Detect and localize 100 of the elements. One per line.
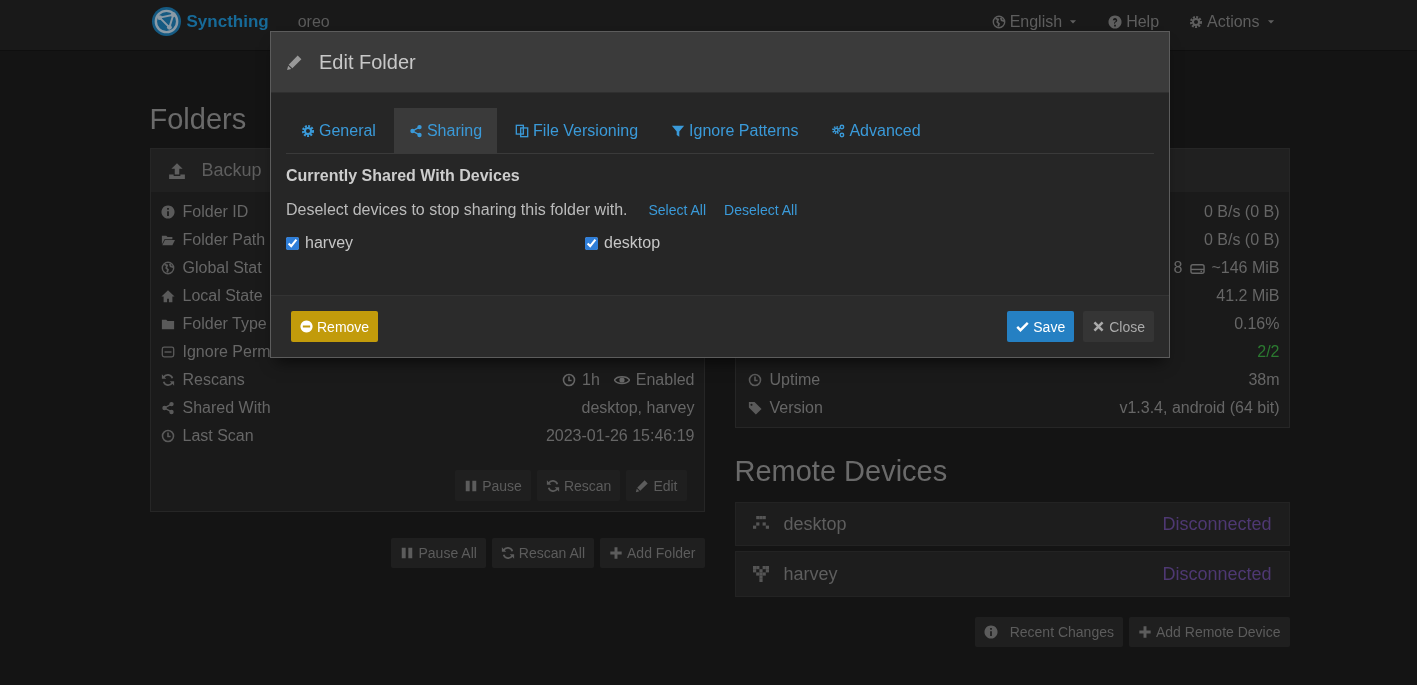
row-label: Ignore Perm <box>182 343 271 361</box>
folders-action-button[interactable]: Add Folder <box>600 538 705 568</box>
checkbox[interactable] <box>286 236 299 250</box>
close-button[interactable]: Close <box>1083 311 1154 342</box>
row-label: Folder ID <box>182 203 249 221</box>
row-value: 0 B/s (0 B) <box>1203 231 1280 249</box>
device-name: oreo <box>297 12 330 31</box>
settings-icon <box>301 123 315 138</box>
hint-text: Deselect devices to stop sharing this folder with. <box>286 201 628 219</box>
row-value: 0 B/s (0 B) <box>1203 203 1280 221</box>
link[interactable]: Deselect All <box>724 201 798 219</box>
folder-action-button[interactable]: Rescan <box>536 470 621 501</box>
connection-status: Disconnected <box>1162 513 1272 535</box>
device-name: desktop <box>783 513 847 535</box>
row-label: Shared With <box>182 399 271 417</box>
filter-icon <box>671 123 686 138</box>
section-heading: Currently Shared With Devices <box>286 167 521 185</box>
identicon-icon <box>752 566 769 582</box>
row-label: Folder Type <box>182 315 267 333</box>
caret-icon <box>1265 18 1276 25</box>
row-label: Uptime <box>769 371 821 389</box>
logo-icon <box>150 6 182 37</box>
connection-status: Disconnected <box>1162 563 1272 585</box>
tab[interactable]: Ignore Patterns <box>656 108 814 153</box>
refresh-icon <box>500 546 515 560</box>
row-value: desktop, harvey <box>581 399 695 417</box>
row-value: v1.3.4, android (64 bit) <box>1119 399 1280 417</box>
row-value: 2023-01-26 15:46:19 <box>545 427 695 445</box>
devices-action-button[interactable]: Add Remote Device <box>1129 617 1290 647</box>
row-label: Folder Path <box>182 231 266 249</box>
modal-title: Edit Folder <box>319 50 416 74</box>
refresh-icon <box>545 478 560 493</box>
brand-name[interactable]: Syncthing <box>186 11 269 32</box>
identicon-icon <box>752 516 769 532</box>
save-button[interactable]: Save <box>1007 311 1075 342</box>
row-label: Global Stat <box>182 259 262 277</box>
tab[interactable]: File Versioning <box>500 108 654 153</box>
share-icon <box>408 123 423 138</box>
size-value: ~146 MiB <box>1211 259 1280 277</box>
pause-icon <box>400 546 415 560</box>
file-count: 8 <box>1173 259 1183 277</box>
info-icon <box>160 205 175 219</box>
folder-icon <box>160 317 175 331</box>
caret-icon <box>1068 18 1079 25</box>
rescan-interval: 1h <box>582 371 600 389</box>
gears-icon <box>831 123 846 138</box>
pause-icon <box>464 478 479 493</box>
copy-icon <box>515 123 530 138</box>
row-value: 38m <box>1248 371 1280 389</box>
folders-action-button[interactable]: Pause All <box>391 538 486 568</box>
folder-action-button[interactable]: Pause <box>455 470 531 501</box>
tab[interactable]: Sharing <box>393 108 498 153</box>
remove-button[interactable]: Remove <box>291 311 379 342</box>
settings-icon <box>1189 14 1204 29</box>
info-icon <box>983 625 998 639</box>
nav-link[interactable]: Help <box>1108 12 1160 31</box>
section-title: Remote Devices <box>734 454 948 489</box>
watcher-status: Enabled <box>635 371 695 389</box>
section-title: Folders <box>149 102 247 137</box>
pencil-icon <box>635 478 650 493</box>
row-label: Rescans <box>182 371 245 389</box>
refresh-icon <box>160 373 175 387</box>
row-label: Local State <box>182 287 263 305</box>
device-row[interactable]: harvey Disconnected <box>734 551 1290 597</box>
clock-icon <box>747 373 762 387</box>
clock-icon <box>160 429 175 443</box>
nav-dropdown[interactable]: English <box>991 12 1079 31</box>
link[interactable]: Select All <box>648 201 707 219</box>
globe-icon <box>160 261 175 275</box>
upload-icon <box>167 161 186 180</box>
question-icon <box>1108 14 1123 29</box>
share-icon <box>160 401 175 415</box>
check-icon <box>1016 320 1030 333</box>
device-label[interactable]: harvey <box>305 234 354 252</box>
nav-dropdown[interactable]: Actions <box>1189 12 1276 31</box>
home-icon <box>160 289 175 303</box>
row-label: Last Scan <box>182 427 254 445</box>
plus-icon <box>1138 625 1152 639</box>
device-name: harvey <box>783 563 838 585</box>
folder-open-icon <box>160 233 175 247</box>
row-value: 41.2 MiB <box>1216 287 1280 305</box>
close-icon <box>1092 320 1106 333</box>
row-label: Version <box>769 399 823 417</box>
device-label[interactable]: desktop <box>604 234 661 252</box>
tag-icon <box>747 401 762 415</box>
pencil-icon <box>286 53 303 71</box>
tab[interactable]: General <box>286 108 391 153</box>
folder-action-button[interactable]: Edit <box>626 470 687 501</box>
devices-action-button[interactable]: Recent Changes <box>974 617 1123 647</box>
checkbox[interactable] <box>585 236 598 250</box>
folders-action-button[interactable]: Rescan All <box>491 538 594 568</box>
row-value: 2/2 <box>1257 343 1280 361</box>
plus-icon <box>609 546 623 560</box>
globe-icon <box>991 14 1006 29</box>
folder-name: Backup <box>201 160 262 181</box>
minus-square-icon <box>160 345 175 359</box>
tab[interactable]: Advanced <box>816 108 936 153</box>
clock-icon <box>562 373 576 387</box>
row-value: 0.16% <box>1234 315 1280 333</box>
device-row[interactable]: desktop Disconnected <box>734 502 1290 546</box>
